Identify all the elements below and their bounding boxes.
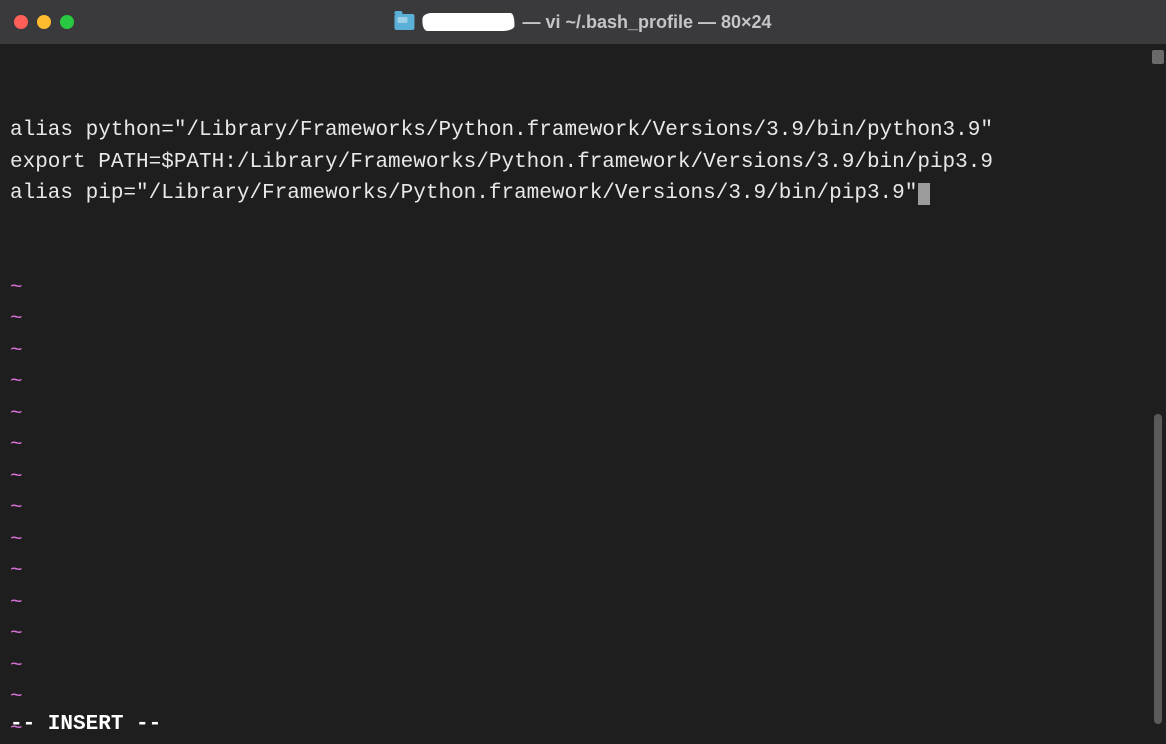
empty-line-tilde: ~ — [10, 493, 1156, 525]
empty-line-tilde: ~ — [10, 430, 1156, 462]
close-window-button[interactable] — [14, 15, 28, 29]
vi-mode-status: -- INSERT -- — [10, 709, 161, 741]
empty-line-tilde: ~ — [10, 336, 1156, 368]
text-cursor — [918, 183, 930, 205]
empty-line-tilde: ~ — [10, 367, 1156, 399]
redacted-username — [422, 13, 514, 31]
empty-line-tilde: ~ — [10, 304, 1156, 336]
folder-icon — [394, 14, 414, 30]
file-line: alias python="/Library/Frameworks/Python… — [10, 115, 1156, 147]
empty-line-tilde: ~ — [10, 619, 1156, 651]
scrollbar-thumb[interactable] — [1154, 414, 1162, 724]
empty-line-tilde: ~ — [10, 556, 1156, 588]
empty-line-tilde: ~ — [10, 714, 1156, 744]
scroll-indicator-icon — [1152, 50, 1164, 64]
traffic-lights — [14, 15, 74, 29]
file-content: alias python="/Library/Frameworks/Python… — [10, 115, 1156, 210]
file-line: alias pip="/Library/Frameworks/Python.fr… — [10, 178, 1156, 210]
empty-line-tilde: ~ — [10, 588, 1156, 620]
empty-line-tilde: ~ — [10, 399, 1156, 431]
empty-line-tilde: ~ — [10, 462, 1156, 494]
minimize-window-button[interactable] — [37, 15, 51, 29]
empty-lines: ~~~~~~~~~~~~~~~~~~~ — [10, 273, 1156, 744]
maximize-window-button[interactable] — [60, 15, 74, 29]
window-title-text: — vi ~/.bash_profile — 80×24 — [522, 12, 771, 33]
window-titlebar: — vi ~/.bash_profile — 80×24 — [0, 0, 1166, 44]
empty-line-tilde: ~ — [10, 651, 1156, 683]
empty-line-tilde: ~ — [10, 273, 1156, 305]
empty-line-tilde: ~ — [10, 525, 1156, 557]
terminal-viewport[interactable]: alias python="/Library/Frameworks/Python… — [0, 44, 1166, 744]
file-line: export PATH=$PATH:/Library/Frameworks/Py… — [10, 147, 1156, 179]
empty-line-tilde: ~ — [10, 682, 1156, 714]
window-title: — vi ~/.bash_profile — 80×24 — [394, 12, 771, 33]
scrollbar-track[interactable] — [1152, 44, 1164, 744]
